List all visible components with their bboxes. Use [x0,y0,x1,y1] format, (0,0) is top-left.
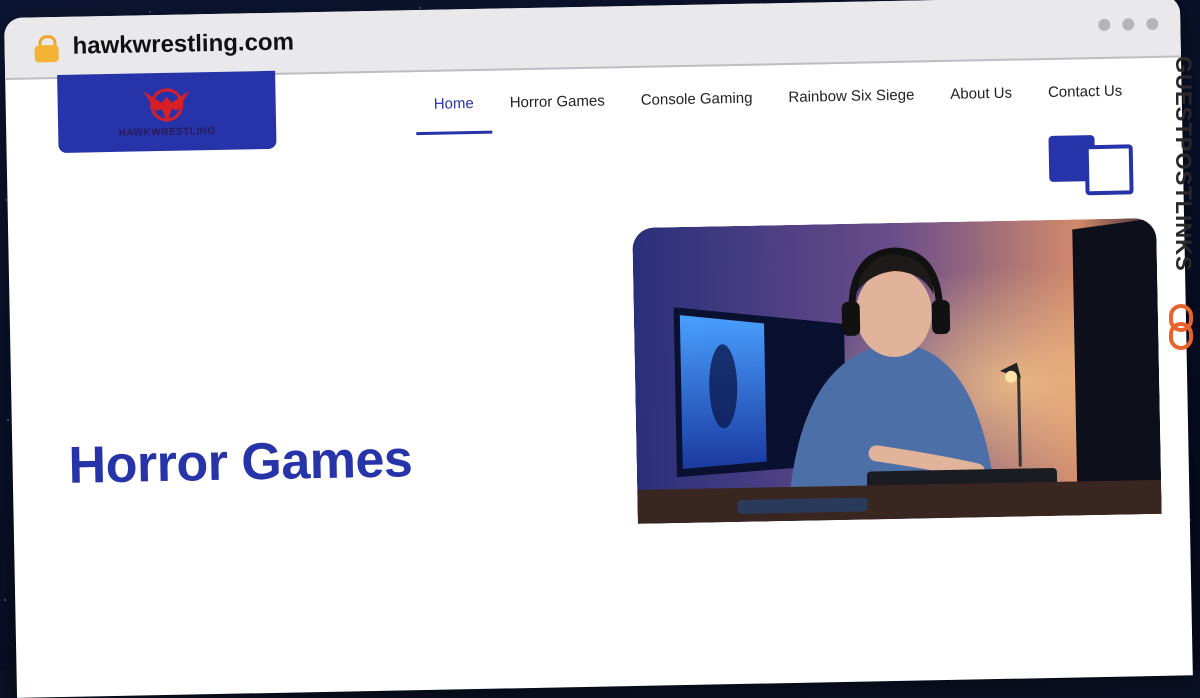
nav-rainbow-six-siege[interactable]: Rainbow Six Siege [770,72,933,120]
window-controls [1098,17,1159,31]
window-dot-icon[interactable] [1122,18,1135,31]
logo-text: HAWKWRESTLING [118,125,216,139]
page-title: Horror Games [68,430,413,495]
window-dot-icon[interactable] [1098,18,1111,31]
watermark-text: GUESTPOSTLINKS [1171,56,1196,272]
nav-console-gaming[interactable]: Console Gaming [622,75,771,123]
url-text[interactable]: hawkwrestling.com [72,28,294,60]
hawk-emblem-icon [143,88,190,123]
hero-image [632,217,1162,524]
site-logo[interactable]: HAWKWRESTLING [57,70,277,153]
nav-home[interactable]: Home [415,81,492,127]
browser-window: hawkwrestling.com HAWKWRESTLING Home Hor… [4,0,1193,698]
chain-link-icon [1169,304,1193,350]
nav-about-us[interactable]: About Us [932,70,1031,117]
window-dot-icon[interactable] [1146,17,1159,31]
theme-switch-icon[interactable] [1048,134,1134,196]
nav-horror-games[interactable]: Horror Games [491,78,623,126]
lock-icon [34,34,59,63]
nav-contact-us[interactable]: Contact Us [1030,68,1141,115]
main-nav: Home Horror Games Console Gaming Rainbow… [415,68,1140,127]
